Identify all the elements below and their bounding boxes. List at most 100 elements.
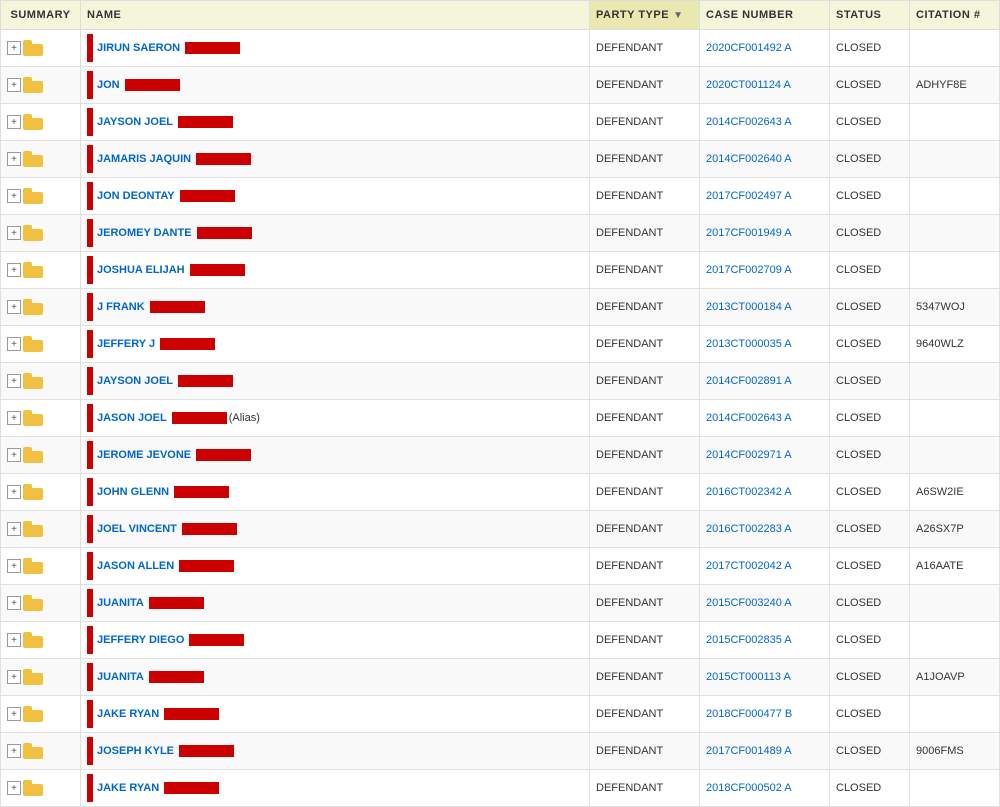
defendant-name-link[interactable]: JASON JOEL xyxy=(97,412,167,424)
case-number-link[interactable]: 2014CF002643 A xyxy=(706,116,792,128)
case-number-cell: 2018CF000502 A xyxy=(700,770,830,807)
defendant-name-link[interactable]: JAKE RYAN xyxy=(97,782,159,794)
folder-icon xyxy=(23,521,43,537)
defendant-name-link[interactable]: JUANITA xyxy=(97,597,144,609)
party-type-cell: DEFENDANT xyxy=(590,548,700,585)
th-party-type[interactable]: PARTY TYPE ▼ xyxy=(590,1,700,30)
case-number-cell: 2017CF001949 A xyxy=(700,215,830,252)
folder-icon xyxy=(23,188,43,204)
case-number-link[interactable]: 2013CT000035 A xyxy=(706,338,792,350)
defendant-name-link[interactable]: JON xyxy=(97,79,120,91)
case-number-link[interactable]: 2017CF002497 A xyxy=(706,190,792,202)
case-number-link[interactable]: 2016CT002283 A xyxy=(706,523,792,535)
case-number-link[interactable]: 2017CF002709 A xyxy=(706,264,792,276)
expand-button[interactable]: + xyxy=(7,744,21,758)
th-status: STATUS xyxy=(830,1,910,30)
citation-cell: A16AATE xyxy=(910,548,1000,585)
defendant-name-link[interactable]: JOEL VINCENT xyxy=(97,523,177,535)
defendant-name-link[interactable]: JAMARIS JAQUIN xyxy=(97,153,191,165)
defendant-name-link[interactable]: JEFFERY DIEGO xyxy=(97,634,184,646)
status-cell: CLOSED xyxy=(830,659,910,696)
citation-cell: 9640WLZ xyxy=(910,326,1000,363)
case-number-cell: 2015CF002835 A xyxy=(700,622,830,659)
expand-button[interactable]: + xyxy=(7,115,21,129)
defendant-name-link[interactable]: JOSEPH KYLE xyxy=(97,745,174,757)
party-type-cell: DEFENDANT xyxy=(590,770,700,807)
expand-button[interactable]: + xyxy=(7,707,21,721)
party-type-cell: DEFENDANT xyxy=(590,659,700,696)
defendant-name-link[interactable]: JOHN GLENN xyxy=(97,486,169,498)
defendant-name-link[interactable]: JEROMEY DANTE xyxy=(97,227,192,239)
table-row: + JEROME JEVONE DEFENDANT2014CF002971 AC… xyxy=(1,437,1000,474)
summary-cell: + xyxy=(1,770,81,807)
status-cell: CLOSED xyxy=(830,30,910,67)
expand-button[interactable]: + xyxy=(7,374,21,388)
expand-button[interactable]: + xyxy=(7,522,21,536)
case-number-link[interactable]: 2014CF002971 A xyxy=(706,449,792,461)
case-number-link[interactable]: 2014CF002891 A xyxy=(706,375,792,387)
defendant-name-link[interactable]: JAKE RYAN xyxy=(97,708,159,720)
expand-button[interactable]: + xyxy=(7,781,21,795)
case-number-cell: 2016CT002342 A xyxy=(700,474,830,511)
citation-cell xyxy=(910,585,1000,622)
case-number-link[interactable]: 2015CF002835 A xyxy=(706,634,792,646)
expand-button[interactable]: + xyxy=(7,152,21,166)
case-number-link[interactable]: 2015CT000113 A xyxy=(706,671,791,683)
expand-button[interactable]: + xyxy=(7,263,21,277)
status-cell: CLOSED xyxy=(830,733,910,770)
redacted-last-name xyxy=(149,671,204,683)
defendant-name-link[interactable]: JAYSON JOEL xyxy=(97,116,173,128)
case-number-link[interactable]: 2013CT000184 A xyxy=(706,301,792,313)
case-number-link[interactable]: 2017CT002042 A xyxy=(706,560,792,572)
citation-cell xyxy=(910,178,1000,215)
defendant-name-link[interactable]: J FRANK xyxy=(97,301,145,313)
case-number-link[interactable]: 2018CF000477 B xyxy=(706,708,792,720)
case-number-link[interactable]: 2014CF002640 A xyxy=(706,153,792,165)
defendant-name-link[interactable]: JOSHUA ELIJAH xyxy=(97,264,185,276)
expand-button[interactable]: + xyxy=(7,411,21,425)
case-number-link[interactable]: 2015CF003240 A xyxy=(706,597,792,609)
case-number-link[interactable]: 2018CF000502 A xyxy=(706,782,792,794)
expand-button[interactable]: + xyxy=(7,300,21,314)
case-number-link[interactable]: 2014CF002643 A xyxy=(706,412,792,424)
redacted-last-name xyxy=(196,449,251,461)
defendant-name-link[interactable]: JEROME JEVONE xyxy=(97,449,191,461)
defendant-name-link[interactable]: JEFFERY J xyxy=(97,338,155,350)
red-bar-indicator xyxy=(87,293,93,321)
expand-button[interactable]: + xyxy=(7,596,21,610)
expand-button[interactable]: + xyxy=(7,559,21,573)
case-number-link[interactable]: 2016CT002342 A xyxy=(706,486,792,498)
case-number-link[interactable]: 2017CF001489 A xyxy=(706,745,792,757)
summary-cell: + xyxy=(1,252,81,289)
expand-button[interactable]: + xyxy=(7,670,21,684)
results-table: SUMMARY NAME PARTY TYPE ▼ CASE NUMBER ST… xyxy=(0,0,1000,807)
table-row: + JAMARIS JAQUIN DEFENDANT2014CF002640 A… xyxy=(1,141,1000,178)
defendant-name-link[interactable]: JAYSON JOEL xyxy=(97,375,173,387)
folder-icon xyxy=(23,299,43,315)
th-citation: CITATION # xyxy=(910,1,1000,30)
defendant-name-link[interactable]: JIRUN SAERON xyxy=(97,42,180,54)
expand-button[interactable]: + xyxy=(7,41,21,55)
defendant-name-link[interactable]: JUANITA xyxy=(97,671,144,683)
defendant-name-link[interactable]: JASON ALLEN xyxy=(97,560,174,572)
expand-button[interactable]: + xyxy=(7,337,21,351)
case-number-link[interactable]: 2020CT001124 A xyxy=(706,79,791,91)
summary-cell: + xyxy=(1,67,81,104)
case-number-link[interactable]: 2020CF001492 A xyxy=(706,42,792,54)
expand-button[interactable]: + xyxy=(7,485,21,499)
defendant-name-link[interactable]: JON DEONTAY xyxy=(97,190,175,202)
citation-cell: ADHYF8E xyxy=(910,67,1000,104)
case-number-link[interactable]: 2017CF001949 A xyxy=(706,227,792,239)
summary-cell: + xyxy=(1,659,81,696)
status-cell: CLOSED xyxy=(830,104,910,141)
expand-button[interactable]: + xyxy=(7,448,21,462)
expand-button[interactable]: + xyxy=(7,633,21,647)
expand-button[interactable]: + xyxy=(7,226,21,240)
party-type-cell: DEFENDANT xyxy=(590,178,700,215)
redacted-last-name xyxy=(178,375,233,387)
status-cell: CLOSED xyxy=(830,400,910,437)
expand-button[interactable]: + xyxy=(7,189,21,203)
red-bar-indicator xyxy=(87,626,93,654)
name-cell: JEROMEY DANTE xyxy=(81,215,590,252)
expand-button[interactable]: + xyxy=(7,78,21,92)
